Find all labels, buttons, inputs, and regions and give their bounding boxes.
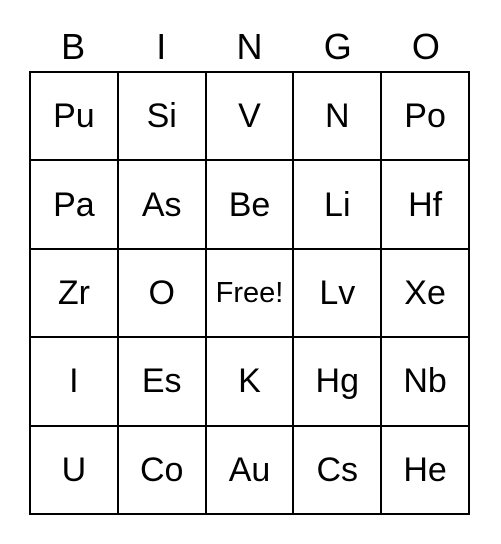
bingo-row: Zr O Free! Lv Xe: [31, 249, 470, 339]
bingo-row: I Es K Hg Nb: [31, 338, 470, 427]
bingo-cell-r3c2[interactable]: O: [118, 249, 207, 339]
bingo-cell-r5c3[interactable]: Au: [206, 426, 295, 516]
bingo-cell-r1c1[interactable]: Pu: [31, 73, 119, 162]
bingo-cell-label: Li: [324, 185, 351, 224]
bingo-cell-r3c4[interactable]: Lv: [294, 249, 383, 339]
bingo-cell-label: U: [61, 450, 87, 489]
bingo-cell-label: I: [69, 362, 79, 401]
bingo-header-row: B I N G O: [29, 26, 470, 68]
bingo-cell-label: N: [325, 97, 350, 136]
bingo-cell-r4c2[interactable]: Es: [118, 338, 207, 427]
bingo-cell-label: Co: [139, 450, 184, 489]
bingo-cell-label: V: [238, 97, 261, 136]
bingo-cell-label: He: [403, 450, 447, 489]
bingo-cell-r2c1[interactable]: Pa: [31, 161, 119, 250]
bingo-cell-r2c2[interactable]: As: [118, 161, 207, 250]
bingo-grid: Pu Si V N Po Pa As Be Li Hf Zr O Free! L…: [29, 71, 470, 516]
bingo-cell-label: Zr: [57, 274, 90, 313]
bingo-cell-label: Au: [228, 450, 271, 489]
bingo-cell-r3c5[interactable]: Xe: [382, 249, 470, 339]
bingo-cell-r1c3[interactable]: V: [206, 73, 295, 162]
bingo-cell-r5c1[interactable]: U: [31, 426, 119, 516]
bingo-cell-label: O: [148, 274, 175, 313]
bingo-cell-label: Be: [228, 185, 271, 224]
bingo-card: B I N G O Pu Si V N Po Pa As Be Li Hf Zr…: [0, 0, 501, 544]
bingo-cell-label: Si: [146, 97, 177, 136]
bingo-row: Pa As Be Li Hf: [31, 161, 470, 250]
bingo-cell-label: Lv: [319, 274, 356, 313]
bingo-cell-label: K: [238, 362, 261, 401]
bingo-cell-label: Hg: [315, 362, 360, 401]
bingo-cell-free-space[interactable]: Free!: [206, 249, 295, 339]
bingo-cell-r5c4[interactable]: Cs: [294, 426, 383, 516]
bingo-cell-label: Nb: [403, 362, 447, 401]
bingo-cell-label: Pa: [53, 185, 95, 224]
bingo-row: Pu Si V N Po: [31, 73, 470, 162]
bingo-header-letter-n: N: [236, 26, 263, 67]
bingo-cell-r5c2[interactable]: Co: [118, 426, 207, 516]
bingo-header-letter-b: B: [61, 26, 86, 67]
bingo-cell-r4c5[interactable]: Nb: [382, 338, 470, 427]
bingo-cell-r2c5[interactable]: Hf: [382, 161, 470, 250]
bingo-cell-label: Po: [404, 97, 446, 136]
bingo-cell-r5c5[interactable]: He: [382, 426, 470, 516]
bingo-cell-r4c1[interactable]: I: [31, 338, 119, 427]
bingo-row: U Co Au Cs He: [31, 426, 470, 516]
bingo-cell-label: Pu: [53, 97, 95, 136]
bingo-header-letter-o: O: [411, 26, 440, 67]
bingo-cell-r4c3[interactable]: K: [206, 338, 295, 427]
bingo-cell-r1c2[interactable]: Si: [118, 73, 207, 162]
bingo-cell-label: Cs: [316, 450, 359, 489]
bingo-free-space-label: Free!: [215, 276, 284, 309]
bingo-cell-label: As: [141, 185, 182, 224]
bingo-cell-label: Hf: [408, 185, 443, 224]
bingo-header-letter-i: I: [156, 26, 167, 67]
bingo-cell-r4c4[interactable]: Hg: [294, 338, 383, 427]
bingo-cell-r1c5[interactable]: Po: [382, 73, 470, 162]
bingo-cell-r2c4[interactable]: Li: [294, 161, 383, 250]
bingo-cell-label: Es: [141, 362, 182, 401]
bingo-cell-label: Xe: [404, 274, 446, 313]
bingo-cell-r2c3[interactable]: Be: [206, 161, 295, 250]
bingo-header-letter-g: G: [323, 26, 352, 67]
bingo-cell-r1c4[interactable]: N: [294, 73, 383, 162]
bingo-cell-r3c1[interactable]: Zr: [31, 249, 119, 339]
